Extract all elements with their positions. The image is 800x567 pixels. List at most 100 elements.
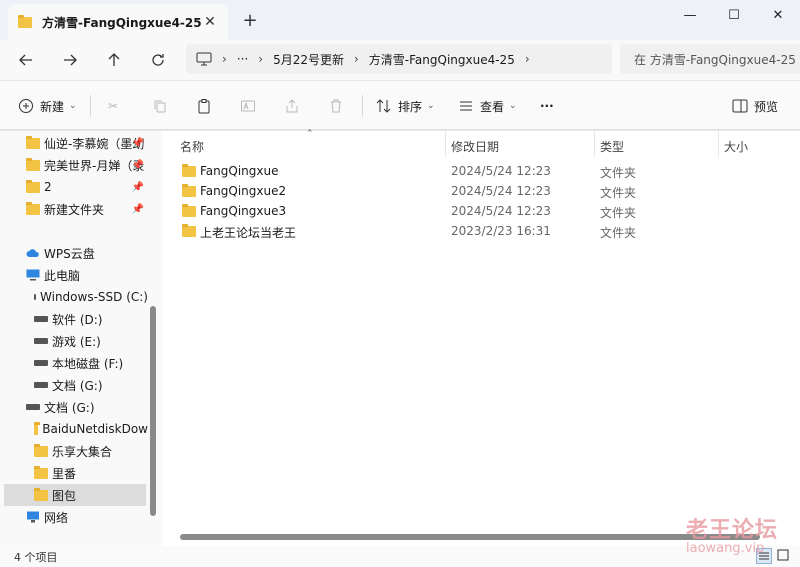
folder-icon <box>182 164 196 180</box>
breadcrumb-item[interactable]: 方清雪-FangQingxue4-25 <box>369 51 515 68</box>
address-bar[interactable]: › ··· › 5月22号更新 › 方清雪-FangQingxue4-25 › <box>186 44 612 74</box>
folder-icon <box>26 179 40 193</box>
table-row[interactable]: FangQingxue3 2024/5/24 12:23 文件夹 <box>162 201 800 221</box>
folder-icon <box>26 135 40 149</box>
sidebar-item-network[interactable]: 网络 <box>0 506 148 528</box>
file-date: 2024/5/24 12:23 <box>451 204 551 218</box>
horizontal-scrollbar[interactable] <box>180 534 760 540</box>
copy-button[interactable] <box>152 93 168 119</box>
watermark-url: laowang.vip <box>686 541 765 556</box>
sidebar-item-drive-d[interactable]: 软件 (D:) <box>0 308 148 330</box>
network-icon <box>27 511 39 523</box>
title-bar: 方清雪-FangQingxue4-25 ✕ + — ☐ ✕ <box>0 0 800 40</box>
minimize-button[interactable]: — <box>668 0 712 30</box>
sidebar-item-pinned-1[interactable]: 仙逆-李慕婉（墨㓜 📌 <box>0 132 148 154</box>
maximize-button[interactable]: ☐ <box>712 0 756 30</box>
delete-button[interactable] <box>328 93 344 119</box>
sidebar-item-drive-c[interactable]: Windows-SSD (C:) <box>0 286 148 308</box>
table-row[interactable]: FangQingxue2 2024/5/24 12:23 文件夹 <box>162 181 800 201</box>
file-date: 2024/5/24 12:23 <box>451 164 551 178</box>
chevron-right-icon[interactable]: › <box>525 52 530 66</box>
column-type[interactable]: 类型 <box>600 138 624 155</box>
sidebar-item-pinned-3[interactable]: 2 📌 <box>0 176 148 198</box>
share-button[interactable] <box>284 93 300 119</box>
folder-icon <box>18 14 32 28</box>
file-name: FangQingxue2 <box>200 184 287 198</box>
folder-icon <box>34 443 48 457</box>
pin-icon: 📌 <box>131 137 144 149</box>
new-tab-button[interactable]: + <box>240 12 260 32</box>
column-divider[interactable] <box>445 131 446 157</box>
sidebar-item-label: 本地磁盘 (F:) <box>52 356 124 371</box>
rename-button[interactable] <box>240 93 256 119</box>
sidebar-item-folder[interactable]: 里番 <box>0 462 148 484</box>
drive-icon <box>34 316 48 322</box>
back-button[interactable] <box>12 48 40 72</box>
sidebar-item-label: Windows-SSD (C:) <box>40 290 148 304</box>
breadcrumb-item[interactable]: 5月22号更新 <box>273 51 344 68</box>
sidebar-item-drive-f[interactable]: 本地磁盘 (F:) <box>0 352 148 374</box>
tab-close-button[interactable]: ✕ <box>202 14 218 30</box>
column-name[interactable]: 名称 <box>180 138 204 155</box>
sort-button[interactable]: 排序 ⌄ <box>376 93 435 119</box>
tab-title: 方清雪-FangQingxue4-25 <box>42 15 202 30</box>
sidebar-item-folder[interactable]: BaiduNetdiskDow <box>0 418 148 440</box>
sidebar-item-folder[interactable]: 乐享大集合 <box>0 440 148 462</box>
sidebar-item-drive-g[interactable]: 文档 (G:) <box>0 374 148 396</box>
sidebar-scrollbar[interactable] <box>150 306 156 516</box>
table-row[interactable]: FangQingxue 2024/5/24 12:23 文件夹 <box>162 161 800 181</box>
column-date[interactable]: 修改日期 <box>451 138 499 155</box>
file-type: 文件夹 <box>600 226 637 240</box>
column-divider[interactable] <box>718 131 719 157</box>
tiles-view-button[interactable] <box>776 548 792 564</box>
sort-up-icon: ⌃ <box>306 129 314 139</box>
up-button[interactable] <box>100 48 128 72</box>
file-type: 文件夹 <box>600 206 637 220</box>
tab-current[interactable]: 方清雪-FangQingxue4-25 ✕ <box>8 4 228 40</box>
column-size[interactable]: 大小 <box>724 138 748 155</box>
more-options-button[interactable]: ··· <box>540 93 554 119</box>
paste-button[interactable] <box>196 93 212 119</box>
divider <box>90 95 91 117</box>
column-header-row: ⌃ 名称 修改日期 类型 大小 <box>162 129 800 157</box>
chevron-right-icon: › <box>222 52 227 66</box>
sidebar-item-label: 乐享大集合 <box>52 444 113 459</box>
sidebar-item-this-pc[interactable]: 此电脑 <box>0 264 148 286</box>
sidebar-item-label: BaiduNetdiskDow <box>42 422 148 436</box>
file-name: FangQingxue3 <box>200 204 287 218</box>
sidebar-item-drive-e[interactable]: 游戏 (E:) <box>0 330 148 352</box>
folder-icon <box>182 224 196 240</box>
sidebar-item-pinned-2[interactable]: 完美世界-月婵（录 📌 <box>0 154 148 176</box>
table-row[interactable]: 上老王论坛当老王 2023/2/23 16:31 文件夹 <box>162 221 800 241</box>
close-window-button[interactable]: ✕ <box>756 0 800 30</box>
navigation-pane: 仙逆-李慕婉（墨㓜 📌 完美世界-月婵（录 📌 2 📌 新建文件夹 📌 WPS云… <box>0 131 162 546</box>
clipboard-icon <box>198 99 210 114</box>
sidebar-item-pinned-4[interactable]: 新建文件夹 📌 <box>0 198 148 220</box>
preview-pane-button[interactable]: 预览 <box>732 93 778 119</box>
new-button[interactable]: 新建 ⌄ <box>18 93 77 119</box>
chevron-right-icon: › <box>258 52 264 66</box>
list-view-icon <box>460 101 472 111</box>
sidebar-item-label: 文档 (G:) <box>52 378 103 393</box>
view-button[interactable]: 查看 ⌄ <box>458 93 517 119</box>
cut-button[interactable]: ✂ <box>108 93 118 119</box>
sidebar-item-selected[interactable]: 图包 <box>4 484 146 506</box>
sidebar-item-doc-drive[interactable]: 文档 (G:) <box>0 396 148 418</box>
preview-label: 预览 <box>754 99 779 114</box>
search-input[interactable]: 在 方清雪-FangQingxue4-25 中搜索 <box>620 44 800 74</box>
breadcrumb-more[interactable]: ··· <box>237 52 248 66</box>
sidebar-item-label: 文档 (G:) <box>44 400 95 415</box>
forward-button[interactable] <box>56 48 84 72</box>
column-divider[interactable] <box>594 131 595 157</box>
status-bar: 4 个项目 <box>0 546 800 567</box>
file-date: 2023/2/23 16:31 <box>451 224 551 238</box>
folder-icon <box>182 204 196 220</box>
folder-icon <box>34 465 48 479</box>
chevron-down-icon: ⌄ <box>69 101 77 111</box>
refresh-button[interactable] <box>144 48 172 72</box>
sidebar-item-wps[interactable]: WPS云盘 <box>0 242 148 264</box>
item-count: 4 个项目 <box>14 551 58 564</box>
sidebar-item-label: 2 <box>44 180 52 194</box>
sidebar-item-label: 游戏 (E:) <box>52 334 101 349</box>
pin-icon: 📌 <box>131 181 144 193</box>
